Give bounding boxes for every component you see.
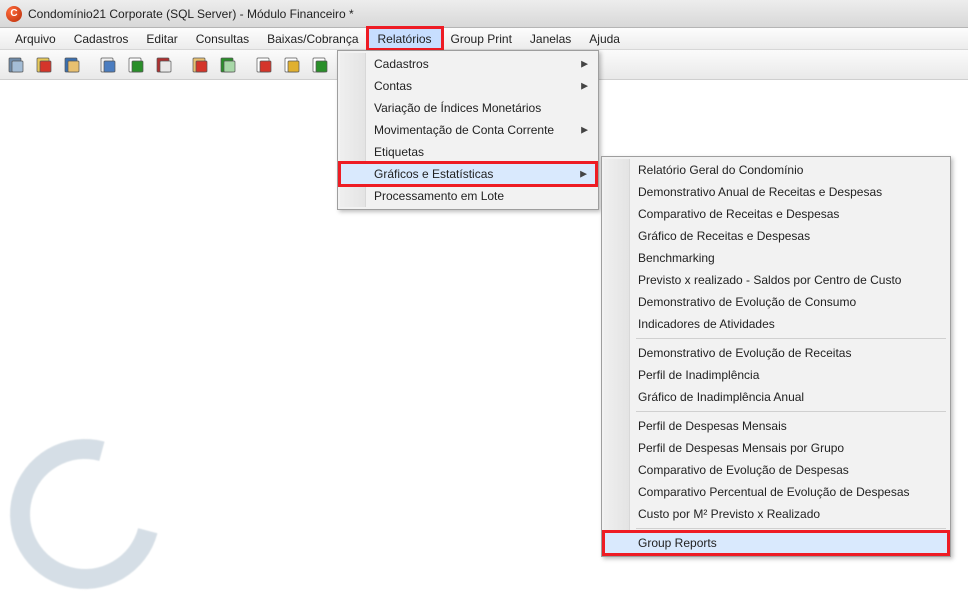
menu-group-print[interactable]: Group Print	[442, 28, 521, 49]
doc-red-icon[interactable]	[252, 53, 278, 77]
menuitem-group-reports[interactable]: Group Reports	[604, 532, 948, 554]
doc-green-icon[interactable]	[308, 53, 334, 77]
buildings-icon[interactable]	[4, 53, 30, 77]
menuitem-demonstrativo-de-evolu-o-de-consumo[interactable]: Demonstrativo de Evolução de Consumo	[604, 291, 948, 313]
menu-separator	[636, 338, 946, 339]
people-icon[interactable]	[60, 53, 86, 77]
submenu-arrow-icon: ▶	[580, 169, 587, 180]
menu-relatorios-dropdown: Cadastros▶Contas▶Variação de Índices Mon…	[337, 50, 599, 210]
submenu-arrow-icon: ▶	[581, 59, 588, 70]
menuitem-indicadores-de-atividades[interactable]: Indicadores de Atividades	[604, 313, 948, 335]
menuitem-contas[interactable]: Contas▶	[340, 75, 596, 97]
menuitem-previsto-x-realizado-saldos-por-centro-de-custo[interactable]: Previsto x realizado - Saldos por Centro…	[604, 269, 948, 291]
menu-editar[interactable]: Editar	[137, 28, 186, 49]
menu-separator	[636, 528, 946, 529]
notepad-icon[interactable]	[96, 53, 122, 77]
menu-arquivo[interactable]: Arquivo	[6, 28, 65, 49]
menuitem-comparativo-percentual-de-evolu-o-de-despesas[interactable]: Comparativo Percentual de Evolução de De…	[604, 481, 948, 503]
menubar: ArquivoCadastrosEditarConsultasBaixas/Co…	[0, 28, 968, 50]
doc-yellow-icon[interactable]	[280, 53, 306, 77]
menuitem-perfil-de-inadimpl-ncia[interactable]: Perfil de Inadimplência	[604, 364, 948, 386]
menuitem-custo-por-m-previsto-x-realizado[interactable]: Custo por M² Previsto x Realizado	[604, 503, 948, 525]
menu-cadastros[interactable]: Cadastros	[65, 28, 138, 49]
menuitem-movimenta-o-de-conta-corrente[interactable]: Movimentação de Conta Corrente▶	[340, 119, 596, 141]
submenu-arrow-icon: ▶	[581, 125, 588, 136]
menuitem-varia-o-de-ndices-monet-rios[interactable]: Variação de Índices Monetários	[340, 97, 596, 119]
dollar-doc-icon[interactable]	[124, 53, 150, 77]
menuitem-gr-ficos-e-estat-sticas[interactable]: Gráficos e Estatísticas▶	[340, 163, 596, 185]
menuitem-perfil-de-despesas-mensais[interactable]: Perfil de Despesas Mensais	[604, 415, 948, 437]
ledger-icon[interactable]	[152, 53, 178, 77]
menuitem-etiquetas[interactable]: Etiquetas	[340, 141, 596, 163]
menuitem-demonstrativo-anual-de-receitas-e-despesas[interactable]: Demonstrativo Anual de Receitas e Despes…	[604, 181, 948, 203]
money-stack-icon[interactable]	[216, 53, 242, 77]
menuitem-comparativo-de-receitas-e-despesas[interactable]: Comparativo de Receitas e Despesas	[604, 203, 948, 225]
submenu-arrow-icon: ▶	[581, 81, 588, 92]
submenu-graficos-estatisticas: Relatório Geral do CondomínioDemonstrati…	[601, 156, 951, 557]
menu-baixas-cobran-a[interactable]: Baixas/Cobrança	[258, 28, 367, 49]
menuitem-perfil-de-despesas-mensais-por-grupo[interactable]: Perfil de Despesas Mensais por Grupo	[604, 437, 948, 459]
menuitem-cadastros[interactable]: Cadastros▶	[340, 53, 596, 75]
house-icon[interactable]	[32, 53, 58, 77]
menu-consultas[interactable]: Consultas	[187, 28, 258, 49]
menuitem-relat-rio-geral-do-condom-nio[interactable]: Relatório Geral do Condomínio	[604, 159, 948, 181]
hand-note-icon[interactable]	[188, 53, 214, 77]
menuitem-demonstrativo-de-evolu-o-de-receitas[interactable]: Demonstrativo de Evolução de Receitas	[604, 342, 948, 364]
menuitem-comparativo-de-evolu-o-de-despesas[interactable]: Comparativo de Evolução de Despesas	[604, 459, 948, 481]
menuitem-benchmarking[interactable]: Benchmarking	[604, 247, 948, 269]
menuitem-gr-fico-de-inadimpl-ncia-anual[interactable]: Gráfico de Inadimplência Anual	[604, 386, 948, 408]
watermark-logo	[10, 439, 160, 589]
menu-janelas[interactable]: Janelas	[521, 28, 580, 49]
menu-ajuda[interactable]: Ajuda	[580, 28, 629, 49]
window-titlebar: Condomínio21 Corporate (SQL Server) - Mó…	[0, 0, 968, 28]
window-title: Condomínio21 Corporate (SQL Server) - Mó…	[28, 7, 354, 21]
menu-separator	[636, 411, 946, 412]
app-icon	[6, 6, 22, 22]
menu-relat-rios[interactable]: Relatórios	[368, 28, 442, 49]
menuitem-processamento-em-lote[interactable]: Processamento em Lote	[340, 185, 596, 207]
menuitem-gr-fico-de-receitas-e-despesas[interactable]: Gráfico de Receitas e Despesas	[604, 225, 948, 247]
